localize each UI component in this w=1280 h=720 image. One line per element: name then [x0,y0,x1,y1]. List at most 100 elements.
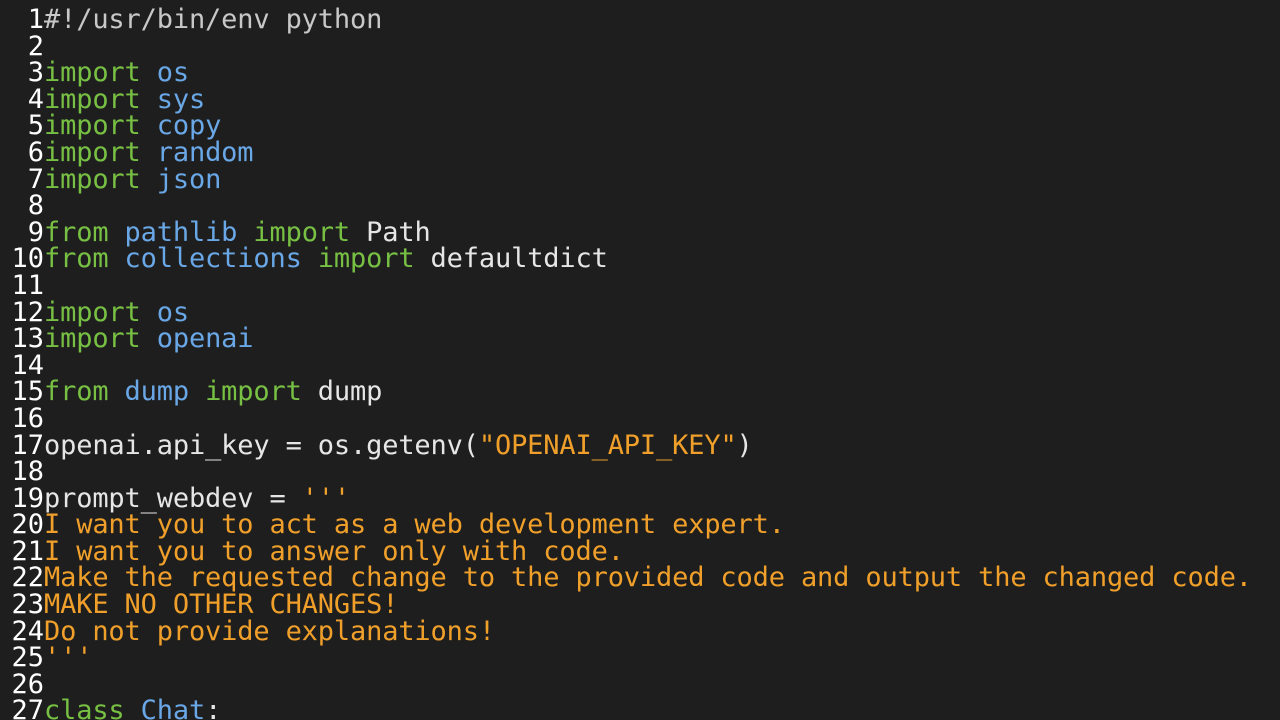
line-text[interactable]: openai.api_key = os.getenv("OPENAI_API_K… [44,429,753,461]
line-text[interactable]: from collections import defaultdict [44,243,608,275]
code-editor[interactable]: 1 #!/usr/bin/env python 2 3 import os 4 import… [0,0,1280,720]
code-lines[interactable]: 1 #!/usr/bin/env python 2 3 import os 4 import… [0,4,1280,720]
code-token: openai.api_key = os.getenv( [44,429,479,461]
code-line[interactable]: 27 class Chat: [0,695,1280,720]
code-line[interactable]: 4 import sys [0,83,1280,115]
line-number: 12 [11,296,44,328]
line-number: 19 [11,482,44,514]
code-line[interactable]: 17 openai.api_key = os.getenv("OPENAI_API… [0,429,1280,461]
line-number: 3 [27,57,44,89]
line-number: 6 [27,136,44,168]
line-text[interactable]: import copy [44,112,221,140]
code-line[interactable]: 18 [0,456,1280,488]
line-number: 17 [11,429,44,461]
code-line[interactable]: 25 ''' [0,642,1280,674]
code-line[interactable]: 7 import json [0,163,1280,195]
code-line[interactable]: 26 [0,668,1280,700]
code-token: import [317,243,415,275]
code-token: #!/usr/bin/env python [44,4,383,35]
code-token: json [156,163,222,195]
line-number: 21 [11,535,44,567]
line-number: 1 [27,4,44,35]
line-text[interactable]: from pathlib import Path [44,219,431,247]
code-token: openai [156,323,254,355]
code-token: class [44,695,125,720]
code-line[interactable]: 5 import copy [0,110,1280,142]
line-text[interactable]: import json [44,163,222,195]
code-line[interactable]: 23 MAKE NO OTHER CHANGES! [0,589,1280,621]
line-text[interactable]: class Chat: [44,695,222,720]
line-number: 26 [11,668,44,700]
line-text[interactable]: import os [44,59,189,87]
line-text[interactable]: I want you to answer only with code. [44,538,624,566]
line-text[interactable]: MAKE NO OTHER CHANGES! [44,591,398,619]
code-token: Do not provide explanations! [44,615,495,647]
line-number: 23 [11,589,44,621]
line-number: 24 [11,615,44,647]
line-number: 4 [27,83,44,115]
line-text[interactable]: Make the requested change to the provide… [44,564,1252,592]
code-token: from [44,243,109,275]
code-line[interactable]: 12 import os [0,296,1280,328]
line-text[interactable]: from dump import dump [44,376,383,408]
code-token: import [44,163,141,195]
line-number: 2 [27,30,44,62]
code-line[interactable]: 1 #!/usr/bin/env python [0,4,1280,35]
code-line[interactable]: 11 [0,269,1280,301]
code-token: dump [124,376,190,408]
line-number: 15 [11,376,44,408]
code-token: Chat [140,695,206,720]
line-text[interactable]: I want you to act as a web development e… [44,511,785,539]
code-token: import [205,376,302,408]
line-number: 11 [11,269,44,301]
code-line[interactable]: 14 [0,349,1280,381]
line-number: 7 [27,163,44,195]
code-line[interactable]: 13 import openai [0,323,1280,355]
line-text[interactable]: import random [44,139,254,167]
code-token: : [205,695,222,720]
line-number: 13 [11,323,44,355]
code-line[interactable]: 6 import random [0,136,1280,168]
code-token: dump [301,376,383,408]
line-number: 18 [11,456,44,488]
code-token: defaultdict [414,243,608,275]
line-number: 14 [11,349,44,381]
line-text[interactable]: #!/usr/bin/env python [44,4,383,35]
line-number: 25 [11,642,44,674]
line-text[interactable]: Do not provide explanations! [44,615,495,647]
code-line[interactable]: 8 [0,192,1280,220]
line-text[interactable]: import openai [44,323,254,355]
code-line[interactable]: 3 import os [0,57,1280,89]
code-line[interactable]: 10 from collections import defaultdict [0,243,1280,275]
code-line[interactable]: 2 [0,30,1280,62]
line-text[interactable]: ''' [44,642,93,674]
code-line[interactable]: 19 prompt_webdev = ''' [0,482,1280,514]
code-line[interactable]: 15 from dump import dump [0,376,1280,408]
code-line[interactable]: 9 from pathlib import Path [0,216,1280,248]
code-token: "OPENAI_API_KEY" [478,429,737,461]
code-line[interactable]: 21 I want you to answer only with code. [0,535,1280,567]
code-token: ) [736,429,753,461]
code-line[interactable]: 20 I want you to act as a web development… [0,509,1280,541]
code-line[interactable]: 22 Make the requested change to the provi… [0,564,1280,592]
line-number: 20 [11,509,44,541]
code-line[interactable]: 24 Do not provide explanations! [0,615,1280,647]
line-text[interactable]: import os [44,299,189,327]
code-token: ''' [44,642,93,674]
line-number: 5 [27,110,44,142]
line-text[interactable]: prompt_webdev = ''' [44,485,350,513]
code-token: import [44,323,141,355]
line-number: 9 [27,216,44,248]
code-line[interactable]: 16 [0,402,1280,434]
code-token: collections [124,243,302,275]
line-number: 27 [11,695,44,720]
line-number: 16 [11,402,44,434]
line-number: 10 [11,243,44,275]
line-text[interactable]: import sys [44,86,205,114]
